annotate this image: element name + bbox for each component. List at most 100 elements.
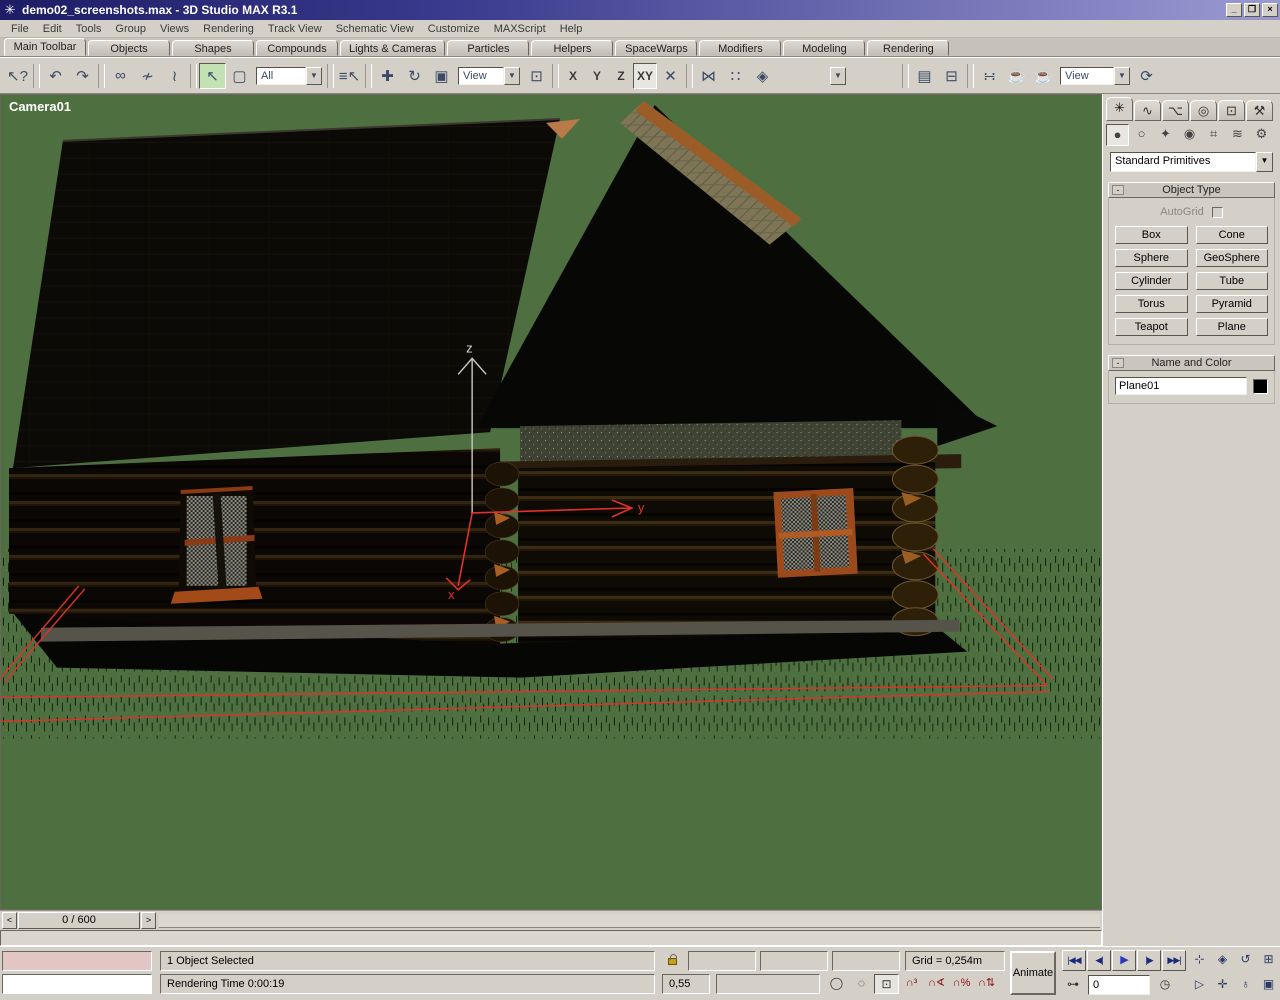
sphere-button[interactable]: Sphere <box>1115 249 1188 267</box>
time-slider-track[interactable] <box>159 914 1100 928</box>
mirror-icon[interactable]: ⋈ <box>695 63 722 89</box>
animate-button[interactable]: Animate <box>1010 951 1056 995</box>
pivot-center-icon[interactable]: ⊡ <box>523 63 550 89</box>
redo-icon[interactable]: ↷ <box>69 63 96 89</box>
object-type-rollout-header[interactable]: - Object Type <box>1108 182 1275 198</box>
crossing-selection-icon[interactable]: ◯ <box>824 974 849 994</box>
select-object-icon[interactable]: ↖ <box>199 63 226 89</box>
current-frame-field[interactable]: 0 <box>1088 975 1150 995</box>
select-move-icon[interactable]: ✚ <box>374 63 401 89</box>
angle-snap-icon[interactable]: ∩∢ <box>924 974 949 994</box>
cone-button[interactable]: Cone <box>1196 226 1269 244</box>
play-button[interactable]: ▶ <box>1112 950 1136 971</box>
panel-tab-display[interactable]: ⊡ <box>1218 100 1245 121</box>
quick-render-icon[interactable]: ☕ <box>1030 63 1057 89</box>
render-scene-icon[interactable]: ☕ <box>1003 63 1030 89</box>
track-bar-ruler[interactable] <box>0 930 1102 946</box>
ik-toggle-icon[interactable]: ✕ <box>657 63 684 89</box>
lock-selection-icon[interactable] <box>660 951 684 971</box>
object-name-input[interactable]: Plane01 <box>1115 377 1247 395</box>
previous-frame-arrow[interactable]: < <box>2 912 17 929</box>
restrict-y-button[interactable]: Y <box>585 63 609 89</box>
subcategory-dropdown[interactable]: Standard Primitives ▼ <box>1110 152 1273 172</box>
panel-tab-utilities[interactable]: ⚒ <box>1246 100 1273 121</box>
panel-tab-create[interactable]: ✳ <box>1106 97 1133 121</box>
undo-icon[interactable]: ↶ <box>42 63 69 89</box>
tab-particles[interactable]: Particles <box>447 40 529 56</box>
camera-viewport[interactable]: z y x Camera01 <box>0 94 1102 910</box>
category-cameras-icon[interactable]: ◉ <box>1178 124 1201 146</box>
menu-item[interactable]: Group <box>108 21 153 37</box>
viewport-label[interactable]: Camera01 <box>9 99 71 114</box>
category-geometry-icon[interactable]: ● <box>1106 124 1129 146</box>
pan-camera-icon[interactable]: ✛ <box>1211 975 1234 995</box>
tab-modifiers[interactable]: Modifiers <box>699 40 781 56</box>
box-button[interactable]: Box <box>1115 226 1188 244</box>
orbit-camera-icon[interactable]: ♁ <box>1234 975 1257 995</box>
teapot-button[interactable]: Teapot <box>1115 318 1188 336</box>
object-color-swatch[interactable] <box>1253 379 1268 394</box>
tab-spacewarps[interactable]: SpaceWarps <box>615 40 697 56</box>
open-track-view-icon[interactable]: ▤ <box>911 63 938 89</box>
cylinder-button[interactable]: Cylinder <box>1115 272 1188 290</box>
geosphere-button[interactable]: GeoSphere <box>1196 249 1269 267</box>
link-icon[interactable]: ∞ <box>107 63 134 89</box>
tab-rendering[interactable]: Rendering <box>867 40 949 56</box>
field-of-view-icon[interactable]: ▷ <box>1188 975 1211 995</box>
tab-lights-cameras[interactable]: Lights & Cameras <box>340 40 445 56</box>
select-by-name-icon[interactable]: ≡↖ <box>336 63 363 89</box>
dolly-camera-icon[interactable]: ⊹ <box>1188 950 1211 971</box>
help-mode-icon[interactable]: ↖? <box>4 63 31 89</box>
category-shapes-icon[interactable]: ○ <box>1130 124 1153 146</box>
select-rotate-icon[interactable]: ↻ <box>401 63 428 89</box>
collapse-icon[interactable]: - <box>1112 185 1124 195</box>
restore-button[interactable]: ❐ <box>1244 3 1260 17</box>
restrict-z-button[interactable]: Z <box>609 63 633 89</box>
chevron-down-icon[interactable]: ▼ <box>1256 152 1273 172</box>
panel-tab-motion[interactable]: ◎ <box>1190 100 1217 121</box>
menu-item[interactable]: File <box>4 21 36 37</box>
menu-item[interactable]: Edit <box>36 21 69 37</box>
snap-3d-icon[interactable]: ∩³ <box>899 974 924 994</box>
minimize-button[interactable]: _ <box>1226 3 1242 17</box>
menu-item[interactable]: Customize <box>421 21 487 37</box>
panel-tab-modify[interactable]: ∿ <box>1134 100 1161 121</box>
goto-end-button[interactable]: ▶▶| <box>1162 950 1186 971</box>
collapse-icon[interactable]: - <box>1112 358 1124 368</box>
menu-item[interactable]: MAXScript <box>487 21 553 37</box>
value-field[interactable]: 0,55 <box>662 974 710 994</box>
close-button[interactable]: × <box>1262 3 1278 17</box>
category-spacewarps-icon[interactable]: ≋ <box>1226 124 1249 146</box>
tab-helpers[interactable]: Helpers <box>531 40 613 56</box>
next-frame-button[interactable]: |▶ <box>1137 950 1161 971</box>
menu-item[interactable]: Schematic View <box>329 21 421 37</box>
autogrid-checkbox[interactable] <box>1212 207 1223 218</box>
time-slider[interactable]: 0 / 600 <box>18 912 140 929</box>
minmax-toggle-icon[interactable]: ▣ <box>1257 975 1280 995</box>
next-frame-arrow[interactable]: > <box>141 912 156 929</box>
select-scale-icon[interactable]: ▣ <box>428 63 455 89</box>
previous-frame-button[interactable]: ◀| <box>1087 950 1111 971</box>
reference-coordinate-dropdown[interactable]: View▼ <box>458 66 520 86</box>
unlink-icon[interactable]: ≁ <box>134 63 161 89</box>
tube-button[interactable]: Tube <box>1196 272 1269 290</box>
menu-item[interactable]: Track View <box>261 21 329 37</box>
tab-modeling[interactable]: Modeling <box>783 40 865 56</box>
named-selection-sets-dropdown[interactable]: ▼ <box>779 66 897 86</box>
menu-item[interactable]: Help <box>553 21 590 37</box>
zoom-extents-icon[interactable]: ◈ <box>1211 950 1234 971</box>
snap-toggle-icon[interactable]: ⊡ <box>874 974 899 994</box>
spinner-snap-icon[interactable]: ∩⇅ <box>974 974 999 994</box>
goto-start-button[interactable]: |◀◀ <box>1062 950 1086 971</box>
open-schematic-view-icon[interactable]: ⊟ <box>938 63 965 89</box>
tab-compounds[interactable]: Compounds <box>256 40 338 56</box>
percent-snap-icon[interactable]: ∩% <box>949 974 974 994</box>
tab-objects[interactable]: Objects <box>88 40 170 56</box>
degradation-override-icon[interactable]: ◌ <box>849 974 874 994</box>
tab-shapes[interactable]: Shapes <box>172 40 254 56</box>
restrict-x-button[interactable]: X <box>561 63 585 89</box>
roll-camera-icon[interactable]: ↺ <box>1234 950 1257 971</box>
align-icon[interactable]: ◈ <box>749 63 776 89</box>
name-color-rollout-header[interactable]: - Name and Color <box>1108 355 1275 371</box>
restrict-xy-plane-button[interactable]: XY <box>633 63 657 89</box>
